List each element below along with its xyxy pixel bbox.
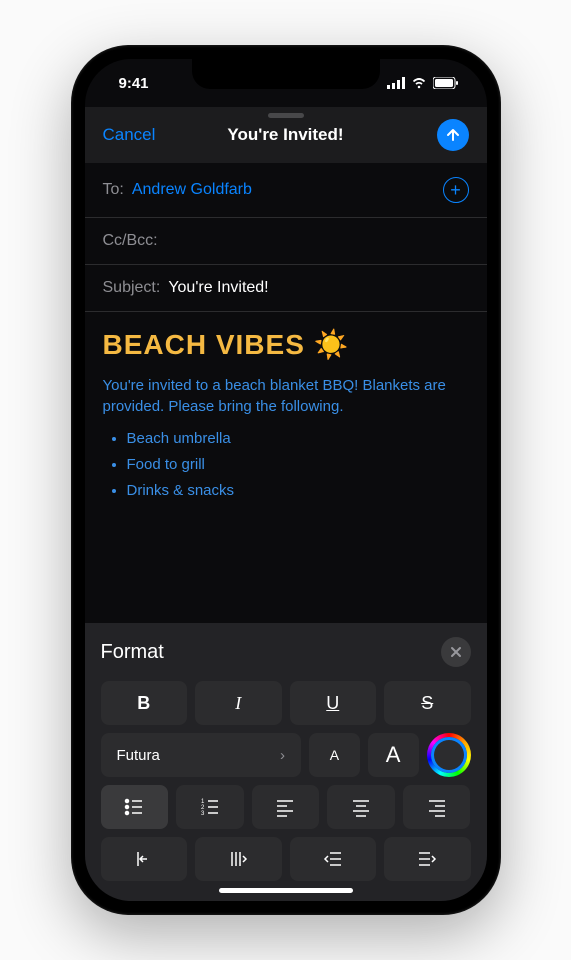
phone-frame: 9:41 Cancel You're Invited! To: Andrew G…	[71, 45, 501, 915]
underline-button[interactable]: U	[290, 681, 377, 725]
to-label: To:	[103, 181, 124, 199]
close-format-button[interactable]	[441, 637, 471, 667]
format-style-row: B I U S	[101, 681, 471, 725]
numbered-list-icon: 123	[199, 796, 221, 818]
phone-screen: 9:41 Cancel You're Invited! To: Andrew G…	[85, 59, 487, 901]
notch	[192, 59, 380, 89]
format-list-row: 123	[101, 785, 471, 829]
font-size-group: A A	[309, 733, 419, 777]
indent-button[interactable]	[195, 837, 282, 881]
cancel-button[interactable]: Cancel	[103, 125, 156, 145]
bullet-list-icon	[123, 796, 145, 818]
align-left-button[interactable]	[252, 785, 320, 829]
align-left-icon	[274, 796, 296, 818]
wifi-icon	[411, 77, 427, 89]
ccbcc-label: Cc/Bcc:	[103, 232, 158, 250]
to-field-row[interactable]: To: Andrew Goldfarb +	[85, 163, 487, 218]
font-name-label: Futura	[117, 747, 160, 764]
bullet-list-button[interactable]	[101, 785, 169, 829]
body-paragraph[interactable]: You're invited to a beach blanket BBQ! B…	[103, 375, 469, 417]
home-indicator[interactable]	[219, 888, 353, 893]
align-right-icon	[426, 796, 448, 818]
subject-label: Subject:	[103, 279, 161, 297]
subject-value[interactable]: You're Invited!	[168, 279, 268, 297]
format-indent-row	[101, 837, 471, 881]
strike-button[interactable]: S	[384, 681, 471, 725]
status-icons	[387, 77, 459, 89]
compose-title: You're Invited!	[227, 125, 343, 145]
message-body[interactable]: BEACH VIBES ☀️ You're invited to a beach…	[85, 312, 487, 623]
list-item[interactable]: Beach umbrella	[127, 427, 469, 451]
close-icon	[450, 646, 462, 658]
align-right-button[interactable]	[403, 785, 471, 829]
indent-icon	[227, 848, 249, 870]
ccbcc-field-row[interactable]: Cc/Bcc:	[85, 218, 487, 265]
chevron-right-icon: ›	[280, 747, 285, 764]
svg-text:3: 3	[201, 811, 205, 817]
plus-icon: +	[450, 181, 461, 199]
subject-field-row[interactable]: Subject: You're Invited!	[85, 265, 487, 312]
italic-button[interactable]: I	[195, 681, 282, 725]
list-item[interactable]: Food to grill	[127, 453, 469, 477]
status-time: 9:41	[119, 75, 149, 92]
color-ring-inner	[431, 737, 467, 773]
font-bigger-button[interactable]: A	[368, 733, 419, 777]
indent-decrease-button[interactable]	[290, 837, 377, 881]
outdent-button[interactable]	[101, 837, 188, 881]
text-color-button[interactable]	[427, 733, 471, 777]
format-header: Format	[101, 637, 471, 667]
sheet-grabber[interactable]	[268, 113, 304, 118]
font-smaller-button[interactable]: A	[309, 733, 360, 777]
body-list[interactable]: Beach umbrella Food to grill Drinks & sn…	[103, 427, 469, 503]
indent-increase-icon	[416, 848, 438, 870]
body-heading[interactable]: BEACH VIBES ☀️	[103, 328, 469, 361]
format-panel: Format B I U S Futura › A A	[85, 623, 487, 901]
compose-header: Cancel You're Invited!	[85, 107, 487, 163]
add-contact-button[interactable]: +	[443, 177, 469, 203]
format-title: Format	[101, 641, 164, 664]
arrow-up-icon	[445, 127, 461, 143]
indent-increase-button[interactable]	[384, 837, 471, 881]
numbered-list-button[interactable]: 123	[176, 785, 244, 829]
cellular-icon	[387, 77, 405, 89]
bold-button[interactable]: B	[101, 681, 188, 725]
indent-decrease-icon	[322, 848, 344, 870]
align-center-button[interactable]	[327, 785, 395, 829]
align-center-icon	[350, 796, 372, 818]
format-font-row: Futura › A A	[101, 733, 471, 777]
font-picker-button[interactable]: Futura ›	[101, 733, 301, 777]
battery-icon	[433, 77, 459, 89]
outdent-icon	[133, 848, 155, 870]
to-value[interactable]: Andrew Goldfarb	[132, 181, 252, 199]
list-item[interactable]: Drinks & snacks	[127, 479, 469, 503]
send-button[interactable]	[437, 119, 469, 151]
